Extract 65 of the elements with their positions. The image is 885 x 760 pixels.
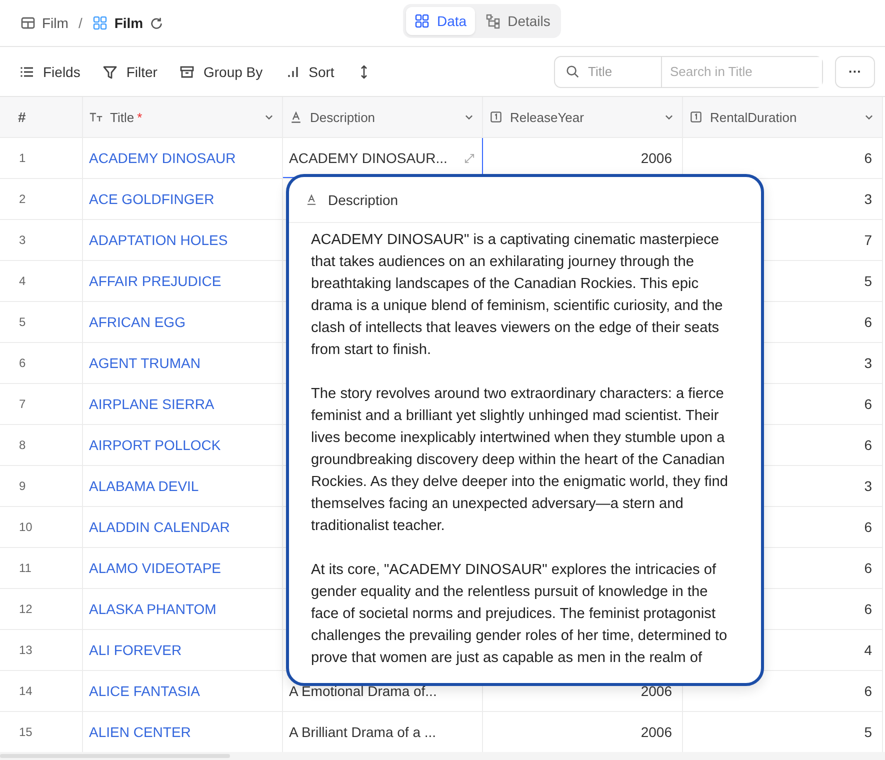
- title-link[interactable]: ALI FOREVER: [83, 630, 283, 670]
- row-number: 4: [0, 261, 83, 301]
- number-field-icon: [489, 110, 503, 124]
- text-type-icon: [89, 110, 103, 124]
- row-number: 9: [0, 466, 83, 506]
- grid-icon: [414, 13, 430, 29]
- table-icon: [20, 15, 36, 31]
- title-link[interactable]: AFRICAN EGG: [83, 302, 283, 342]
- popup-title: Description: [328, 192, 398, 208]
- title-link[interactable]: ADAPTATION HOLES: [83, 220, 283, 260]
- fields-button[interactable]: Fields: [10, 58, 90, 86]
- title-link[interactable]: ALICE FANTASIA: [83, 671, 283, 711]
- cell-text: ACADEMY DINOSAUR...: [289, 150, 448, 166]
- diagram-icon: [484, 13, 501, 29]
- grid-icon: [92, 15, 108, 31]
- breadcrumb-current: Film: [114, 15, 144, 31]
- row-number: 2: [0, 179, 83, 219]
- row-number: 12: [0, 589, 83, 629]
- row-number: 11: [0, 548, 83, 588]
- filter-button[interactable]: Filter: [93, 58, 166, 86]
- row-number: 13: [0, 630, 83, 670]
- column-header[interactable]: Description: [283, 97, 483, 137]
- title-link[interactable]: ACE GOLDFINGER: [83, 179, 283, 219]
- title-link[interactable]: AGENT TRUMAN: [83, 343, 283, 383]
- title-link[interactable]: AFFAIR PREJUDICE: [83, 261, 283, 301]
- breadcrumb-separator: /: [78, 15, 82, 31]
- tab[interactable]: Details: [476, 7, 558, 35]
- column-header[interactable]: Title *: [83, 97, 283, 137]
- field-selector[interactable]: Title: [588, 64, 612, 79]
- filter-icon: [102, 64, 118, 80]
- tab[interactable]: Data: [406, 7, 475, 35]
- row-number: 14: [0, 671, 83, 711]
- text-field-icon: [305, 193, 318, 206]
- row-number: 7: [0, 384, 83, 424]
- title-link[interactable]: ALADDIN CALENDAR: [83, 507, 283, 547]
- text-field-icon: [289, 110, 303, 124]
- row-number: 10: [0, 507, 83, 547]
- title-link[interactable]: ACADEMY DINOSAUR: [83, 138, 283, 178]
- row-number: 6: [0, 343, 83, 383]
- group-by-button[interactable]: Group By: [170, 58, 272, 86]
- breadcrumb-link[interactable]: Film: [42, 15, 68, 31]
- title-link[interactable]: AIRPORT POLLOCK: [83, 425, 283, 465]
- column-header[interactable]: RentalDuration: [683, 97, 883, 137]
- cell-text: A Brilliant Drama of a ...: [289, 724, 436, 740]
- title-link[interactable]: ALABAMA DEVIL: [83, 466, 283, 506]
- row-number: 1: [0, 138, 83, 178]
- cell-text: A Emotional Drama of...: [289, 683, 437, 699]
- reload-icon: [149, 16, 164, 30]
- column-header[interactable]: #: [0, 97, 83, 137]
- row-number: 8: [0, 425, 83, 465]
- box-icon: [179, 64, 196, 80]
- reload-button[interactable]: [149, 16, 164, 30]
- search-icon: [565, 64, 580, 79]
- more-button[interactable]: ···: [835, 56, 875, 88]
- sort-button[interactable]: Sort: [276, 58, 344, 86]
- required-mark: *: [137, 110, 142, 124]
- title-link[interactable]: ALAMO VIDEOTAPE: [83, 548, 283, 588]
- number-field-icon: [689, 110, 703, 124]
- search-field[interactable]: Title Search in Title: [554, 56, 823, 88]
- row-number: 5: [0, 302, 83, 342]
- title-link[interactable]: AIRPLANE SIERRA: [83, 384, 283, 424]
- expand-icon: [463, 152, 476, 164]
- column-header[interactable]: ReleaseYear: [483, 97, 683, 137]
- title-link[interactable]: ALASKA PHANTOM: [83, 589, 283, 629]
- row-number: 3: [0, 220, 83, 260]
